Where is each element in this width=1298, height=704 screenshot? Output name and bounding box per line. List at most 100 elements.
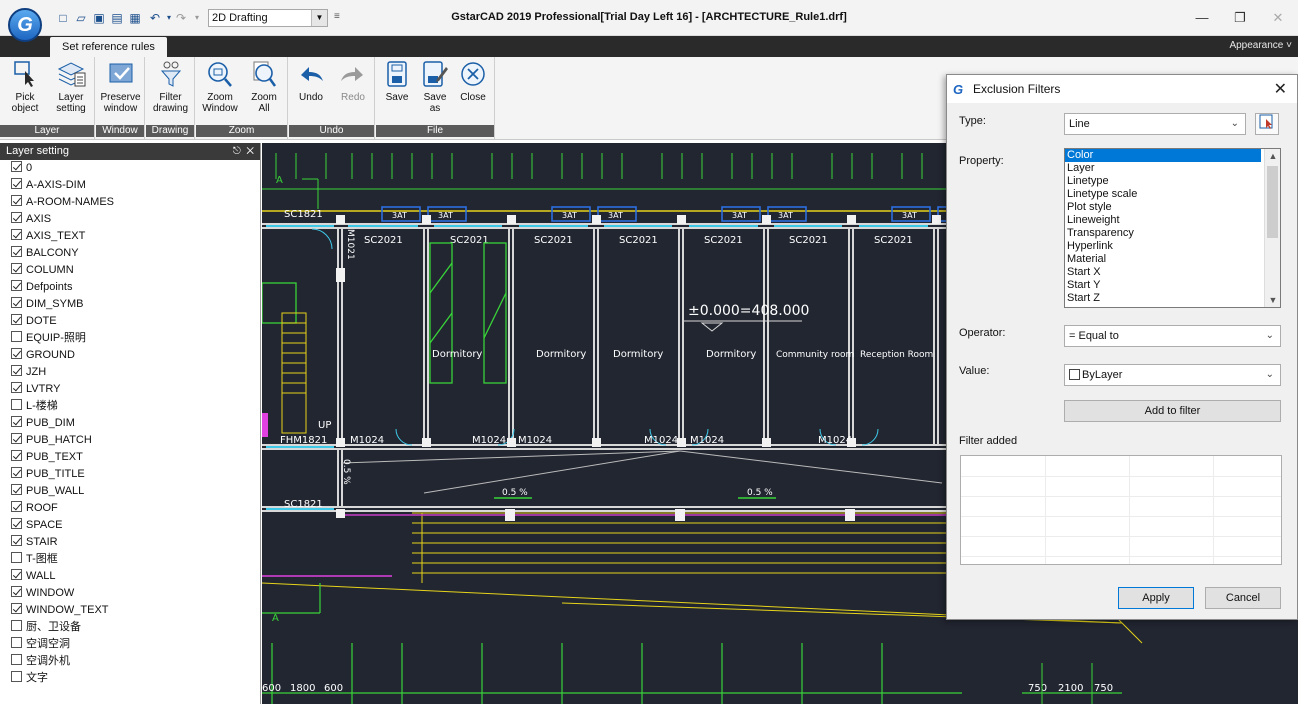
panel-pin-close-icon[interactable]: ⎋ ✕: [233, 143, 254, 160]
property-scrollbar[interactable]: ▲ ▼: [1264, 149, 1280, 307]
layer-row[interactable]: 0: [0, 160, 260, 177]
save-as-icon[interactable]: ▤: [110, 11, 124, 25]
layer-checkbox[interactable]: [11, 535, 22, 546]
layer-row[interactable]: EQUIP-照明: [0, 330, 260, 347]
layer-checkbox[interactable]: [11, 569, 22, 580]
workspace-select[interactable]: 2D Drafting ▼: [208, 9, 328, 27]
layer-row[interactable]: AXIS: [0, 211, 260, 228]
layer-checkbox[interactable]: [11, 314, 22, 325]
property-option[interactable]: Start Y: [1065, 279, 1261, 292]
layer-row[interactable]: 文字: [0, 670, 260, 687]
add-to-filter-button[interactable]: Add to filter: [1064, 400, 1281, 422]
scroll-down-icon[interactable]: ▼: [1265, 295, 1280, 305]
scroll-thumb[interactable]: [1267, 166, 1278, 238]
layer-row[interactable]: T-图框: [0, 551, 260, 568]
layer-row[interactable]: PUB_TITLE: [0, 466, 260, 483]
layer-row[interactable]: JZH: [0, 364, 260, 381]
close-window-button[interactable]: ✕: [1258, 6, 1298, 30]
undo-icon[interactable]: ↶: [148, 11, 162, 25]
layer-row[interactable]: BALCONY: [0, 245, 260, 262]
layer-row[interactable]: WINDOW_TEXT: [0, 602, 260, 619]
property-option[interactable]: Hyperlink: [1065, 240, 1261, 253]
type-select[interactable]: Line ⌄: [1064, 113, 1246, 135]
property-option[interactable]: Linetype scale: [1065, 188, 1261, 201]
layer-checkbox[interactable]: [11, 416, 22, 427]
save-icon[interactable]: ▣: [92, 11, 106, 25]
layer-checkbox[interactable]: [11, 297, 22, 308]
redo-dropdown-icon[interactable]: ▾: [190, 11, 204, 25]
layer-checkbox[interactable]: [11, 212, 22, 223]
filter-drawing-button[interactable]: Filter drawing: [148, 59, 193, 114]
layer-row[interactable]: COLUMN: [0, 262, 260, 279]
layer-checkbox[interactable]: [11, 433, 22, 444]
layer-checkbox[interactable]: [11, 229, 22, 240]
layer-row[interactable]: DIM_SYMB: [0, 296, 260, 313]
layer-checkbox[interactable]: [11, 195, 22, 206]
property-listbox[interactable]: Color Layer Linetype Linetype scale Plot sty…: [1064, 148, 1281, 308]
layer-checkbox[interactable]: [11, 671, 22, 682]
tab-set-reference-rules[interactable]: Set reference rules: [50, 37, 167, 57]
print-icon[interactable]: ▦: [128, 11, 142, 25]
layer-row[interactable]: Defpoints: [0, 279, 260, 296]
layer-row[interactable]: WINDOW: [0, 585, 260, 602]
undo-button[interactable]: Undo: [291, 59, 331, 103]
dialog-close-button[interactable]: ✕: [1274, 79, 1287, 99]
appearance-menu[interactable]: Appearance ˅: [1229, 40, 1292, 51]
property-option[interactable]: Color: [1065, 149, 1261, 162]
layer-row[interactable]: LVTRY: [0, 381, 260, 398]
property-option[interactable]: Transparency: [1065, 227, 1261, 240]
layer-row[interactable]: A-AXIS-DIM: [0, 177, 260, 194]
layer-checkbox[interactable]: [11, 603, 22, 614]
property-option[interactable]: Plot style: [1065, 201, 1261, 214]
new-file-icon[interactable]: □: [56, 11, 70, 25]
layer-checkbox[interactable]: [11, 178, 22, 189]
layer-checkbox[interactable]: [11, 654, 22, 665]
minimize-button[interactable]: —: [1182, 6, 1222, 30]
restore-button[interactable]: ❐: [1220, 6, 1260, 30]
property-option[interactable]: Start X: [1065, 266, 1261, 279]
layer-checkbox[interactable]: [11, 484, 22, 495]
filter-added-list[interactable]: [960, 455, 1282, 565]
layer-checkbox[interactable]: [11, 586, 22, 597]
redo-button[interactable]: Redo: [333, 59, 373, 103]
property-option[interactable]: Linetype: [1065, 175, 1261, 188]
app-logo-icon[interactable]: G: [8, 8, 42, 42]
property-option[interactable]: Lineweight: [1065, 214, 1261, 227]
layer-checkbox[interactable]: [11, 467, 22, 478]
layer-row[interactable]: GROUND: [0, 347, 260, 364]
layer-checkbox[interactable]: [11, 246, 22, 257]
open-file-icon[interactable]: ▱: [74, 11, 88, 25]
layer-row[interactable]: L-楼梯: [0, 398, 260, 415]
zoom-window-button[interactable]: Zoom Window: [198, 59, 242, 114]
apply-button[interactable]: Apply: [1118, 587, 1194, 609]
layer-row[interactable]: PUB_WALL: [0, 483, 260, 500]
property-option[interactable]: Material: [1065, 253, 1261, 266]
layer-row[interactable]: SPACE: [0, 517, 260, 534]
layer-row[interactable]: 空调外机: [0, 653, 260, 670]
layer-checkbox[interactable]: [11, 450, 22, 461]
zoom-all-button[interactable]: Zoom All: [242, 59, 286, 114]
layer-checkbox[interactable]: [11, 552, 22, 563]
property-option[interactable]: Start Z: [1065, 292, 1261, 305]
layer-row[interactable]: 厨、卫设备: [0, 619, 260, 636]
customize-toolbar-icon[interactable]: ≡: [334, 11, 340, 22]
layer-row[interactable]: DOTE: [0, 313, 260, 330]
layer-row[interactable]: 空调空洞: [0, 636, 260, 653]
layer-checkbox[interactable]: [11, 348, 22, 359]
close-button[interactable]: Close: [454, 59, 492, 103]
layer-row[interactable]: PUB_TEXT: [0, 449, 260, 466]
layer-row[interactable]: A-ROOM-NAMES: [0, 194, 260, 211]
redo-icon[interactable]: ↷: [174, 11, 188, 25]
layer-checkbox[interactable]: [11, 637, 22, 648]
layer-row[interactable]: AXIS_TEXT: [0, 228, 260, 245]
layer-checkbox[interactable]: [11, 331, 22, 342]
layer-checkbox[interactable]: [11, 518, 22, 529]
save-button[interactable]: Save: [378, 59, 416, 103]
layer-checkbox[interactable]: [11, 501, 22, 512]
layer-checkbox[interactable]: [11, 382, 22, 393]
property-option[interactable]: Layer: [1065, 162, 1261, 175]
layer-checkbox[interactable]: [11, 399, 22, 410]
layer-checkbox[interactable]: [11, 280, 22, 291]
layer-setting-button[interactable]: Layer setting: [50, 59, 92, 114]
cancel-button[interactable]: Cancel: [1205, 587, 1281, 609]
